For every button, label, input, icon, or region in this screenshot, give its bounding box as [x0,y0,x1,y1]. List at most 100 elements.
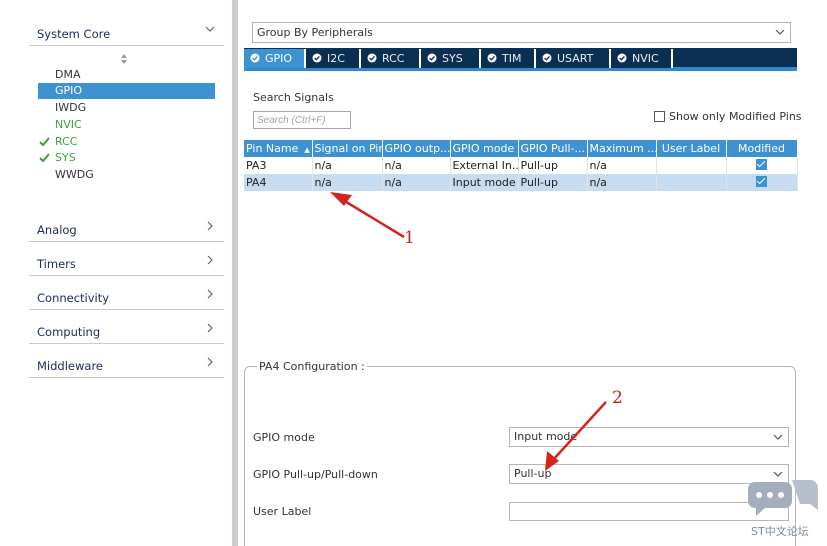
category-label: System Core [37,27,111,41]
tab-label: I2C [327,52,345,65]
column-header[interactable]: Pin Name ▲ [244,140,313,157]
table-cell: n/a [312,157,383,174]
annotation-label-1: 1 [404,228,415,248]
gear-icon [250,53,260,63]
peripheral-tree: System Core DMA GPIO IWDG NVIC RCC SYS W… [0,0,232,546]
chevron-down-icon [775,29,785,35]
column-header[interactable]: GPIO mode [450,140,519,157]
item-label: RCC [55,135,78,148]
sidebar-item-sys[interactable]: SYS [38,150,215,166]
config-title: PA4 Configuration : [257,360,367,373]
item-label: NVIC [55,118,82,131]
table-cell: Pull-up [518,157,588,174]
tab-label: GPIO [265,52,293,65]
modified-checkbox[interactable] [756,175,767,187]
tab-label: SYS [442,52,463,65]
gear-icon [427,53,437,63]
column-header[interactable]: GPIO outp... [382,140,451,157]
category-timers[interactable]: Timers [29,250,224,276]
category-label: Analog [37,223,77,237]
table-row[interactable]: PA3 n/a n/a External In... Pull-up n/a [244,157,798,174]
annotation-label-2: 2 [612,388,623,408]
category-computing[interactable]: Computing [29,318,224,344]
item-label: IWDG [55,101,87,114]
tab-bar: GPIO I2C RCC SYS TIM USART NVIC [244,48,797,70]
gear-icon [617,53,627,63]
search-signals-label: Search Signals [253,91,334,104]
column-header[interactable]: Maximum ... [587,140,657,157]
category-label: Middleware [37,359,103,373]
gpio-pull-label: GPIO Pull-up/Pull-down [253,468,378,481]
show-modified-label: Show only Modified Pins [669,110,802,123]
item-label: GPIO [55,84,83,97]
gpio-pull-value: Pull-up [514,467,552,480]
chevron-right-icon [207,289,213,299]
sort-asc-icon: ▲ [304,146,310,154]
column-header[interactable]: User Label [656,140,727,157]
category-connectivity[interactable]: Connectivity [29,284,224,310]
user-label-input[interactable] [509,502,789,521]
chevron-right-icon [207,221,213,231]
table-cell: n/a [382,174,451,191]
table-cell: n/a [382,157,451,174]
signals-table: Pin Name ▲ Signal on Pin GPIO outp... GPI… [244,140,798,191]
search-input[interactable] [253,111,351,129]
table-cell [726,157,798,174]
tab-label: NVIC [632,52,659,65]
gpio-mode-label: GPIO mode [253,431,315,444]
table-cell: Pull-up [518,174,588,191]
check-icon [39,137,50,147]
table-cell: n/a [587,157,657,174]
tab-nvic[interactable]: NVIC [611,49,673,69]
column-header[interactable]: GPIO Pull-... [518,140,588,157]
category-middleware[interactable]: Middleware [29,352,224,378]
gpio-pull-select[interactable]: Pull-up [509,464,789,484]
tab-usart[interactable]: USART [536,49,611,69]
gpio-configuration-panel: Group By Peripherals GPIO I2C RCC SYS TI… [238,0,827,546]
table-cell: PA4 [244,174,313,191]
group-by-select[interactable]: Group By Peripherals [252,22,791,43]
gear-icon [487,53,497,63]
table-cell: n/a [312,174,383,191]
show-modified-checkbox[interactable]: Show only Modified Pins [654,110,802,123]
sidebar-item-nvic[interactable]: NVIC [38,117,215,133]
tab-underline [244,68,797,71]
category-label: Timers [37,257,76,271]
chevron-right-icon [207,323,213,333]
modified-checkbox[interactable] [756,158,767,170]
tab-i2c[interactable]: I2C [306,49,361,69]
checkbox-box[interactable] [654,111,665,122]
category-analog[interactable]: Analog [29,216,224,242]
chevron-right-icon [207,255,213,265]
group-by-value: Group By Peripherals [257,26,373,39]
tab-label: USART [557,52,594,65]
item-label: DMA [55,68,81,81]
column-header[interactable]: Signal on Pin [312,140,383,157]
watermark-text: ST中文论坛 [751,525,809,538]
sidebar-item-dma[interactable]: DMA [38,67,215,83]
gear-icon [542,53,552,63]
sidebar-item-gpio[interactable]: GPIO [38,83,215,99]
tab-rcc[interactable]: RCC [361,49,421,69]
category-system-core[interactable]: System Core [29,20,224,46]
sort-icon[interactable] [119,53,129,65]
tab-sys[interactable]: SYS [421,49,481,69]
tab-gpio[interactable]: GPIO [244,49,306,69]
table-row[interactable]: PA4 n/a n/a Input mode Pull-up n/a [244,174,798,191]
sidebar-item-wwdg[interactable]: WWDG [38,167,215,183]
item-label: SYS [55,151,76,164]
gpio-mode-select[interactable]: Input mode [509,427,789,447]
table-cell: PA3 [244,157,313,174]
table-cell [656,157,727,174]
table-cell: n/a [587,174,657,191]
forum-logo-icon [748,480,818,516]
tab-tim[interactable]: TIM [481,49,536,69]
sidebar-item-rcc[interactable]: RCC [38,134,215,150]
table-cell [726,174,798,191]
column-header[interactable]: Modified [726,140,798,157]
gpio-mode-value: Input mode [514,430,578,443]
column-label: Pin Name [246,142,299,155]
chevron-down-icon [205,26,215,32]
sidebar-item-iwdg[interactable]: IWDG [38,100,215,116]
category-label: Computing [37,325,101,339]
